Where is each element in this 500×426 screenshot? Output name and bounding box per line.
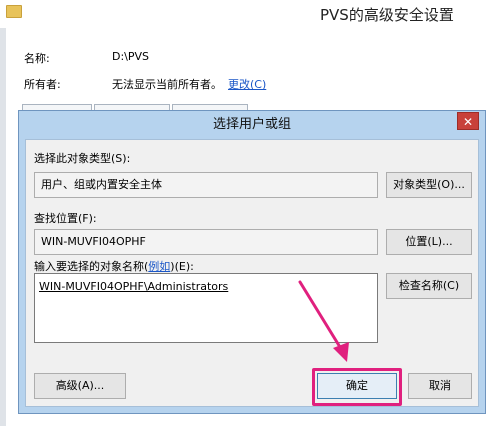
name-row: 名称: D:\PVS <box>24 50 149 66</box>
object-names-value: WIN-MUVFI04OPHF\Administrators <box>39 280 229 293</box>
object-type-field: 用户、组或内置安全主体 <box>34 172 378 198</box>
object-names-label-prefix: 输入要选择的对象名称( <box>34 260 149 273</box>
object-types-button[interactable]: 对象类型(O)... <box>386 172 472 198</box>
window-title: PVS的高级安全设置 <box>320 6 454 24</box>
owner-value: 无法显示当前所有者。 <box>112 78 222 91</box>
ok-button[interactable]: 确定 <box>317 373 397 399</box>
check-names-button[interactable]: 检查名称(C) <box>386 273 472 299</box>
window-titlebar: PVS的高级安全设置 <box>0 0 500 28</box>
examples-link[interactable]: 例如 <box>148 260 170 273</box>
location-label: 查找位置(F): <box>34 212 97 225</box>
locations-button[interactable]: 位置(L)... <box>386 229 472 255</box>
owner-label: 所有者: <box>24 78 61 91</box>
name-value: D:\PVS <box>112 50 150 63</box>
folder-icon <box>6 5 22 18</box>
object-names-input[interactable]: WIN-MUVFI04OPHF\Administrators <box>34 273 378 343</box>
location-field: WIN-MUVFI04OPHF <box>34 229 378 255</box>
owner-row: 所有者: 无法显示当前所有者。 更改(C) <box>24 76 266 92</box>
object-names-label: 输入要选择的对象名称(例如)(E): <box>34 258 194 274</box>
name-label: 名称: <box>24 52 50 65</box>
close-icon: ✕ <box>462 115 474 129</box>
cancel-button[interactable]: 取消 <box>408 373 472 399</box>
object-names-label-suffix: )(E): <box>170 260 194 273</box>
advanced-button[interactable]: 高级(A)... <box>34 373 126 399</box>
change-owner-link[interactable]: 更改(C) <box>228 76 266 92</box>
left-edge <box>0 28 6 426</box>
select-users-dialog: 选择用户或组 ✕ 选择此对象类型(S): 用户、组或内置安全主体 对象类型(O)… <box>18 110 486 414</box>
dialog-body: 选择此对象类型(S): 用户、组或内置安全主体 对象类型(O)... 查找位置(… <box>25 139 479 407</box>
object-type-label: 选择此对象类型(S): <box>34 152 131 165</box>
dialog-title: 选择用户或组 <box>212 117 291 132</box>
close-button[interactable]: ✕ <box>457 112 479 130</box>
